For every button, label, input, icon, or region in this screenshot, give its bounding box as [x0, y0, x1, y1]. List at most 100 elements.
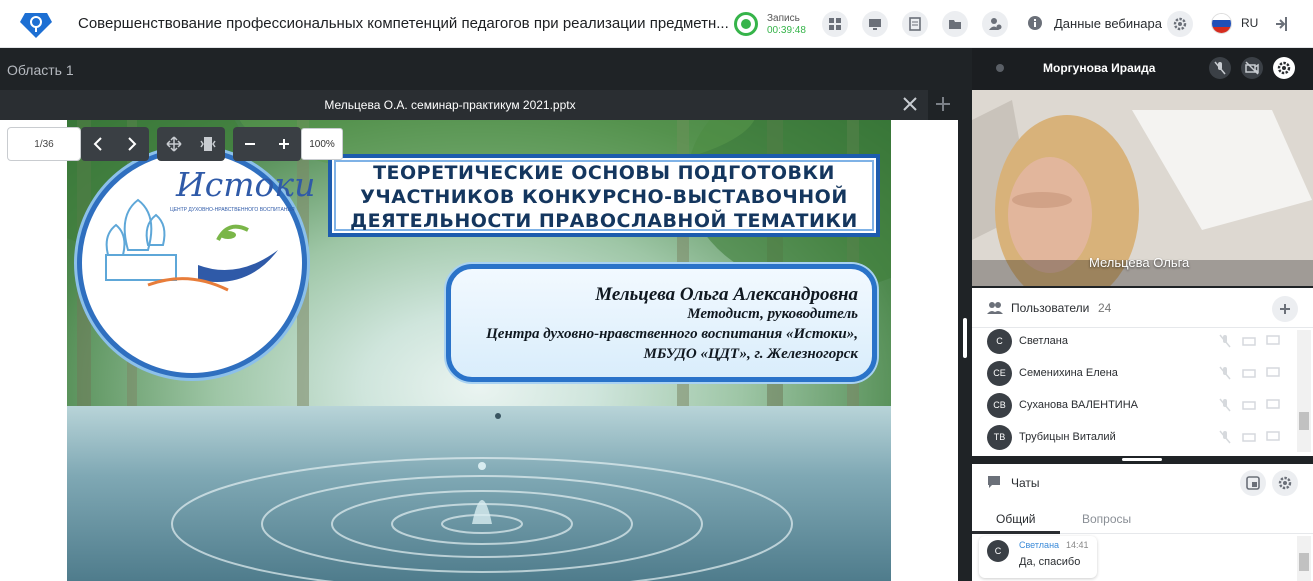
fit-page-button[interactable] — [157, 127, 191, 161]
logo-subtitle: ЦЕНТР ДУХОВНО-НРАВСТВЕННОГО ВОСПИТАНИЯ — [170, 207, 295, 213]
close-icon[interactable] — [901, 95, 919, 113]
screen-button[interactable] — [862, 11, 888, 37]
apps-button[interactable] — [822, 11, 848, 37]
screen-icon[interactable] — [1266, 334, 1280, 348]
folder-icon — [949, 20, 961, 29]
gear-icon — [1278, 476, 1292, 490]
user-name: Семенихина Елена — [1019, 367, 1118, 379]
document-icon — [909, 17, 921, 31]
speaker-settings-button[interactable] — [1273, 57, 1295, 79]
screen-icon[interactable] — [1266, 366, 1280, 380]
add-user-button[interactable] — [1272, 296, 1298, 322]
avatar: СВ — [987, 393, 1012, 418]
folder-button[interactable] — [942, 11, 968, 37]
speaker-name: Моргунова Ираида — [1043, 61, 1156, 75]
gear-icon — [1277, 61, 1291, 75]
chat-icon — [988, 476, 1000, 488]
user-row[interactable]: ТВ Трубицын Виталий — [972, 422, 1295, 454]
info-icon[interactable] — [1027, 15, 1043, 31]
screen-icon[interactable] — [1266, 398, 1280, 412]
mic-off-icon[interactable] — [1218, 430, 1232, 444]
record-timer: 00:39:48 — [767, 25, 806, 36]
camera-off-icon[interactable] — [1242, 366, 1256, 380]
plus-icon[interactable] — [933, 94, 953, 114]
chat-media-button[interactable] — [1240, 470, 1266, 496]
webinar-title: Совершенствование профессиональных компе… — [78, 15, 729, 32]
user-row[interactable]: С Светлана — [972, 326, 1295, 358]
water-drop — [495, 413, 501, 419]
author-box — [446, 264, 877, 382]
author-name: Мельцева Ольга Александровна — [595, 284, 858, 305]
tab-questions[interactable]: Вопросы — [1082, 512, 1131, 526]
logo-title: Истоки — [176, 165, 316, 204]
split-handle[interactable] — [1122, 458, 1162, 461]
mute-mic-button[interactable] — [1209, 57, 1231, 79]
user-row[interactable]: СЕ Семенихина Елена — [972, 358, 1295, 390]
mic-off-icon — [1214, 61, 1226, 75]
author-organization: Центра духовно-нравственного воспитания … — [486, 326, 858, 342]
user-settings-button[interactable] — [982, 11, 1008, 37]
camera-off-icon[interactable] — [1242, 398, 1256, 412]
fit-width-button[interactable] — [191, 127, 225, 161]
webinar-data-link[interactable]: Данные вебинара — [1054, 16, 1162, 31]
russian-flag-icon[interactable] — [1211, 13, 1232, 34]
screen-icon — [869, 19, 881, 30]
chat-settings-button[interactable] — [1272, 470, 1298, 496]
status-dot-icon — [996, 64, 1004, 72]
screen-icon[interactable] — [1266, 430, 1280, 444]
camera-off-icon[interactable] — [1242, 334, 1256, 348]
fit-width-icon — [200, 137, 216, 151]
chevron-left-icon — [93, 137, 102, 151]
camera-off-icon[interactable] — [1242, 430, 1256, 444]
users-count: 24 — [1098, 301, 1112, 315]
author-position: Методист, руководитель — [687, 306, 858, 322]
image-icon — [1246, 476, 1260, 490]
page-counter-label: 1/36 — [34, 139, 54, 150]
next-slide-button[interactable] — [115, 127, 149, 161]
water-ripples — [171, 457, 793, 581]
settings-button[interactable] — [1167, 11, 1193, 37]
users-scrollbar[interactable] — [1297, 330, 1311, 452]
author-location: МБУДО «ЦДТ», г. Железногорск — [643, 346, 858, 362]
gear-icon — [1173, 17, 1187, 31]
chevron-right-icon — [128, 137, 137, 151]
move-arrows-icon — [166, 136, 182, 152]
users-title: Пользователи — [1011, 301, 1090, 315]
user-row[interactable]: СВ Суханова ВАЛЕНТИНА — [972, 390, 1295, 422]
message-text: Да, спасибо — [1019, 556, 1081, 568]
tab-general[interactable]: Общий — [996, 512, 1036, 526]
zoom-out-button[interactable] — [233, 127, 267, 161]
plus-icon — [279, 139, 289, 149]
camera-off-button[interactable] — [1241, 57, 1263, 79]
avatar: СЕ — [987, 361, 1012, 386]
chat-title: Чаты — [1011, 476, 1040, 490]
panel-divider — [958, 48, 972, 581]
mic-off-icon[interactable] — [1218, 398, 1232, 412]
mic-off-icon[interactable] — [1218, 366, 1232, 380]
users-scrollbar-thumb[interactable] — [1299, 412, 1309, 430]
document-button[interactable] — [902, 11, 928, 37]
webinar-logo-icon[interactable] — [20, 10, 52, 38]
resize-handle[interactable] — [963, 318, 967, 358]
camera-off-icon — [1245, 61, 1259, 75]
user-name: Трубицын Виталий — [1019, 431, 1116, 443]
users-icon — [987, 302, 1003, 314]
avatar: ТВ — [987, 425, 1012, 450]
file-name: Мельцева О.А. семинар-практикум 2021.ppt… — [324, 98, 576, 112]
users-settings-icon — [989, 18, 1002, 30]
zoom-level-label: 100% — [309, 139, 335, 150]
message-author[interactable]: Светлана — [1019, 540, 1059, 550]
slide-title-line: ДЕЯТЕЛЬНОСТИ ПРАВОСЛАВНОЙ ТЕМАТИКИ — [350, 210, 858, 232]
zoom-in-button[interactable] — [267, 127, 301, 161]
slide-title-line: УЧАСТНИКОВ КОНКУРСНО-ВЫСТАВОЧНОЙ — [360, 186, 848, 208]
previous-slide-button[interactable] — [81, 127, 115, 161]
record-label: Запись — [767, 13, 800, 24]
mic-off-icon[interactable] — [1218, 334, 1232, 348]
plus-icon — [1280, 304, 1290, 314]
user-name: Суханова ВАЛЕНТИНА — [1019, 399, 1138, 411]
record-indicator-icon[interactable] — [734, 12, 758, 36]
exit-icon[interactable] — [1274, 15, 1292, 33]
language-selector[interactable]: RU — [1241, 16, 1258, 30]
chat-scrollbar-thumb[interactable] — [1299, 553, 1309, 571]
active-tab-indicator — [972, 531, 1060, 534]
